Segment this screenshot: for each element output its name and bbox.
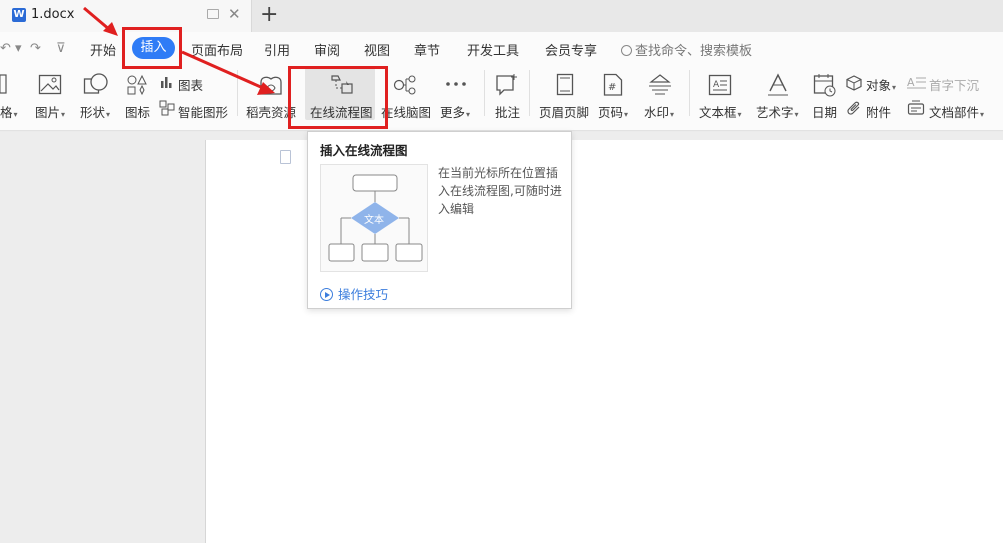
toolbar-separator bbox=[237, 70, 238, 116]
chart-icon bbox=[161, 77, 172, 88]
menu-tab-page-layout[interactable]: 页面布局 bbox=[191, 40, 243, 59]
close-tab-icon[interactable]: ✕ bbox=[228, 5, 241, 23]
shape-button[interactable]: 形状▾ bbox=[80, 102, 110, 121]
object-button[interactable]: 对象▾ bbox=[866, 75, 896, 94]
wps-writer-window: W 1.docx ✕ + ↶ ▾ ↷ ⊽ 开始 插入 页面布局 引用 审阅 视图… bbox=[0, 0, 1003, 543]
smart-shape-icon bbox=[159, 100, 175, 116]
play-circle-icon bbox=[320, 288, 333, 301]
tips-link[interactable]: 操作技巧 bbox=[320, 284, 388, 303]
online-flowchart-tooltip: 插入在线流程图 文本 在当前光标所在位置插入在线流程图,可随时进入编辑 操作技巧 bbox=[307, 131, 572, 309]
tooltip-title: 插入在线流程图 bbox=[320, 143, 408, 158]
flowchart-preview: 文本 bbox=[320, 164, 428, 272]
new-tab-button[interactable]: + bbox=[260, 2, 278, 27]
icon-library-icon bbox=[127, 74, 147, 96]
menu-tab-developer[interactable]: 开发工具 bbox=[467, 40, 519, 59]
docer-resources-icon bbox=[260, 76, 282, 95]
attachment-icon bbox=[847, 101, 860, 115]
text-box-icon: A bbox=[708, 74, 732, 96]
page-number-icon: # bbox=[603, 73, 623, 96]
picture-icon bbox=[38, 74, 62, 95]
drop-cap-icon: A bbox=[907, 76, 926, 89]
tips-link-text: 操作技巧 bbox=[338, 287, 389, 302]
shape-icon bbox=[83, 73, 108, 94]
toolbar-separator bbox=[484, 70, 485, 116]
attachment-button[interactable]: 附件 bbox=[866, 102, 891, 121]
more-button[interactable]: 更多▾ bbox=[440, 102, 470, 121]
flowchart-preview-node-label: 文本 bbox=[364, 215, 384, 226]
watermark-button[interactable]: 水印▾ bbox=[644, 102, 674, 121]
word-art-icon bbox=[768, 73, 788, 96]
online-mindmap-icon bbox=[393, 75, 416, 95]
annotation-box-insert-tab bbox=[122, 27, 182, 69]
more-icon bbox=[446, 82, 466, 86]
online-mindmap-button[interactable]: 在线脑图 bbox=[381, 102, 431, 121]
toolbar-separator bbox=[529, 70, 530, 116]
search-icon bbox=[621, 45, 632, 56]
watermark-icon bbox=[649, 74, 671, 95]
command-search-text: 查找命令、搜索模板 bbox=[635, 44, 753, 59]
date-icon bbox=[813, 74, 836, 97]
menu-tab-review[interactable]: 审阅 bbox=[314, 40, 340, 59]
annotation-box-online-flowchart bbox=[288, 66, 388, 129]
paragraph-layout-icon[interactable] bbox=[280, 150, 291, 164]
header-footer-icon bbox=[556, 73, 574, 96]
comment-icon bbox=[496, 74, 517, 96]
partial-tool-label[interactable]: 格▾ bbox=[0, 102, 18, 121]
menu-tab-references[interactable]: 引用 bbox=[264, 40, 290, 59]
table-icon bbox=[0, 74, 7, 94]
icon-button[interactable]: 图标 bbox=[125, 102, 150, 121]
command-search[interactable]: 查找命令、搜索模板 bbox=[621, 40, 752, 59]
quick-access-more-icon[interactable]: ⊽ bbox=[56, 41, 66, 56]
object-icon bbox=[846, 75, 862, 91]
float-window-icon[interactable] bbox=[207, 9, 219, 19]
text-box-button[interactable]: 文本框▾ bbox=[699, 102, 742, 121]
document-tab-title: 1.docx bbox=[31, 7, 75, 22]
svg-text:A: A bbox=[907, 76, 915, 89]
svg-text:#: # bbox=[608, 82, 616, 93]
doc-parts-button[interactable]: 文档部件▾ bbox=[929, 102, 984, 121]
picture-button[interactable]: 图片▾ bbox=[35, 102, 65, 121]
doc-parts-icon bbox=[907, 100, 925, 115]
menu-tab-member[interactable]: 会员专享 bbox=[545, 40, 597, 59]
toolbar-separator bbox=[689, 70, 690, 116]
menu-tab-section[interactable]: 章节 bbox=[414, 40, 440, 59]
svg-text:A: A bbox=[713, 80, 720, 90]
redo-button[interactable]: ↷ bbox=[30, 41, 41, 56]
menu-tab-view[interactable]: 视图 bbox=[364, 40, 390, 59]
date-button[interactable]: 日期 bbox=[812, 102, 837, 121]
tooltip-description: 在当前光标所在位置插入在线流程图,可随时进入编辑 bbox=[438, 166, 562, 216]
smart-shape-button[interactable]: 智能图形 bbox=[178, 102, 228, 121]
header-footer-button[interactable]: 页眉页脚 bbox=[539, 102, 589, 121]
undo-button[interactable]: ↶ ▾ bbox=[0, 41, 22, 56]
comment-button[interactable]: 批注 bbox=[495, 102, 520, 121]
chart-button[interactable]: 图表 bbox=[178, 75, 203, 94]
word-art-button[interactable]: 艺术字▾ bbox=[756, 102, 799, 121]
drop-cap-button[interactable]: 首字下沉 bbox=[929, 75, 979, 94]
wps-writer-logo-icon: W bbox=[12, 8, 26, 22]
page-number-button[interactable]: 页码▾ bbox=[598, 102, 628, 121]
menu-tab-home[interactable]: 开始 bbox=[90, 40, 116, 59]
